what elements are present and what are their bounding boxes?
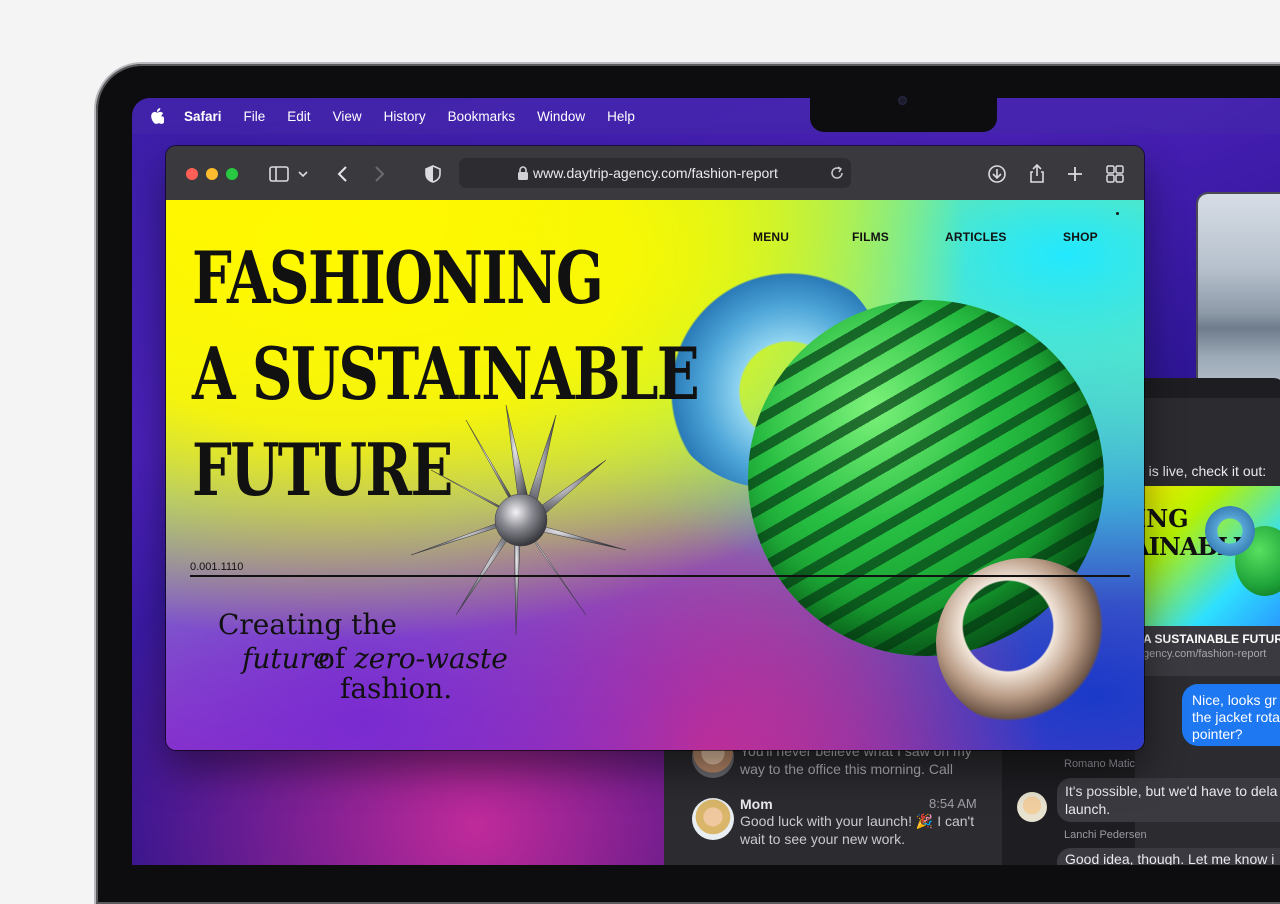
bubble-line-1: Nice, looks gr — [1192, 692, 1277, 708]
tagline-word-of: of — [318, 642, 346, 675]
horizontal-rule — [190, 575, 1130, 577]
outgoing-message-bubble: Nice, looks gr the jacket rota pointer? — [1182, 684, 1280, 746]
bubble-line-3: pointer? — [1192, 726, 1243, 742]
menu-file[interactable]: File — [244, 109, 266, 124]
tagline-word-zero-waste: zero-waste — [354, 642, 508, 675]
preview-line-1: Good luck with your launch! 🎉 I can't — [740, 813, 975, 829]
avatar-mom — [692, 798, 734, 840]
nav-films[interactable]: FILMS — [852, 230, 889, 244]
menu-edit[interactable]: Edit — [287, 109, 310, 124]
forward-icon[interactable] — [368, 163, 390, 185]
link-image-torus — [1205, 506, 1255, 556]
address-bar[interactable]: www.daytrip-agency.com/fashion-report — [459, 158, 851, 188]
incoming-message-2: Good idea, though. Let me know i — [1057, 848, 1280, 865]
safari-toolbar: www.daytrip-agency.com/fashion-report — [166, 146, 1144, 200]
incoming-line-2: launch. — [1065, 801, 1111, 817]
chrome-star-graphic — [410, 404, 627, 636]
nav-shop[interactable]: SHOP — [1063, 230, 1098, 244]
menu-bar: Safari File Edit View History Bookmarks … — [132, 98, 1280, 134]
avatar — [1017, 792, 1047, 822]
webpage-content: MENU FILMS ARTICLES SHOP FASHIONING A SU… — [166, 200, 1144, 750]
minimize-button[interactable] — [206, 168, 218, 180]
screen: Safari File Edit View History Bookmarks … — [132, 98, 1280, 865]
zoom-button[interactable] — [226, 168, 238, 180]
preview-line-2: way to the office this morning. Call — [740, 761, 953, 777]
incoming-message-1: It's possible, but we'd have to dela lau… — [1057, 778, 1280, 822]
chrome-ring-graphic — [936, 558, 1116, 728]
link-preview-domain: gency.com/fashion-report — [1143, 648, 1267, 660]
reload-icon[interactable] — [829, 165, 845, 181]
preview-line-2: wait to see your new work. — [740, 831, 905, 847]
conversation-time: 8:54 AM — [929, 796, 977, 811]
tagline-line-1: Creating the — [218, 608, 397, 641]
page-code: 0.001.1110 — [190, 561, 244, 573]
plus-icon[interactable] — [1064, 163, 1086, 185]
chevron-down-icon[interactable] — [296, 163, 310, 185]
menu-window[interactable]: Window — [537, 109, 585, 124]
camera-icon — [898, 96, 907, 105]
menu-help[interactable]: Help — [607, 109, 635, 124]
link-preview-title: A SUSTAINABLE FUTUR — [1143, 632, 1280, 646]
decorative-dot — [1116, 212, 1119, 215]
bubble-line-2: the jacket rota — [1192, 709, 1280, 725]
link-preview-card[interactable]: ING AINABLE A SUSTAINABLE FUTUR gency.co… — [1135, 486, 1280, 676]
menu-bookmarks[interactable]: Bookmarks — [448, 109, 516, 124]
apple-logo-icon[interactable] — [150, 108, 164, 124]
back-icon[interactable] — [332, 163, 354, 185]
sidebar-icon[interactable] — [268, 163, 290, 185]
link-preview-image: ING AINABLE — [1135, 486, 1280, 626]
menu-view[interactable]: View — [333, 109, 362, 124]
sender-name-1: Romano Matic — [1064, 758, 1135, 770]
safari-window: www.daytrip-agency.com/fashion-report ME… — [166, 146, 1144, 750]
conversation-name[interactable]: Mom — [740, 795, 773, 813]
url-text: www.daytrip-agency.com/fashion-report — [533, 165, 778, 181]
close-button[interactable] — [186, 168, 198, 180]
headline-line-1: FASHIONING — [192, 235, 604, 320]
tagline-word-future: future — [242, 642, 330, 675]
menu-history[interactable]: History — [384, 109, 426, 124]
nav-menu[interactable]: MENU — [753, 230, 789, 244]
share-icon[interactable] — [1026, 163, 1048, 185]
download-icon[interactable] — [986, 163, 1008, 185]
menu-app-name[interactable]: Safari — [184, 109, 222, 124]
tagline-line-3: fashion. — [340, 672, 453, 705]
nav-articles[interactable]: ARTICLES — [945, 230, 1007, 244]
sender-name-2: Lanchi Pedersen — [1064, 829, 1147, 841]
lock-icon — [518, 166, 528, 180]
incoming-line-1: It's possible, but we'd have to dela — [1065, 783, 1278, 799]
shield-icon[interactable] — [422, 163, 444, 185]
tab-overview-icon[interactable] — [1104, 163, 1126, 185]
conversation-preview[interactable]: Good luck with your launch! 🎉 I can't wa… — [740, 812, 974, 848]
message-preview-text: n is live, check it out: — [1137, 463, 1267, 479]
